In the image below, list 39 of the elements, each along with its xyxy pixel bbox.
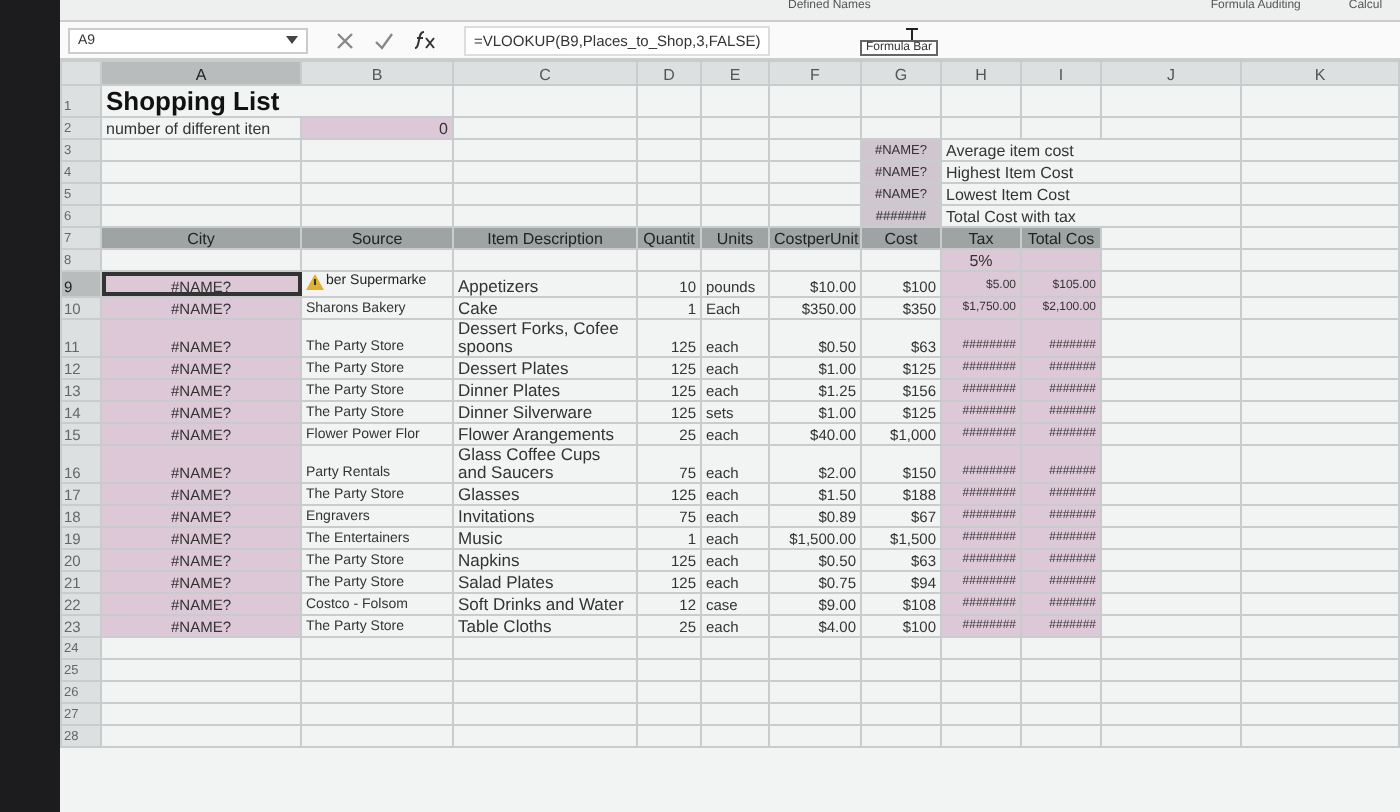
summary-label: Average item cost: [941, 139, 1241, 161]
column-heading: Item Description: [453, 227, 637, 249]
table-cell: Table Cloths: [453, 614, 637, 636]
table-cell: Cake: [453, 296, 637, 318]
table-cell: Glass Coffee Cups and Saucers: [453, 444, 637, 482]
cancel-icon[interactable]: [336, 31, 354, 49]
column-header[interactable]: G: [861, 61, 941, 85]
table-cell: Music: [453, 526, 637, 548]
column-header[interactable]: K: [1241, 61, 1399, 85]
column-heading: City: [101, 227, 301, 249]
column-header[interactable]: D: [637, 61, 701, 85]
table-cell: Flower Arangements: [453, 422, 637, 444]
table-cell: Dinner Plates: [453, 378, 637, 400]
table-cell: Dessert Plates: [453, 356, 637, 378]
table-cell: Dessert Forks, Cofee spoons: [453, 318, 637, 356]
table-cell: Invitations: [453, 504, 637, 526]
check-icon[interactable]: [374, 31, 394, 49]
summary-label: Highest Item Cost: [941, 161, 1241, 183]
column-header[interactable]: E: [701, 61, 769, 85]
column-header[interactable]: F: [769, 61, 861, 85]
column-heading: Source: [301, 227, 453, 249]
column-header[interactable]: H: [941, 61, 1021, 85]
table-cell: Soft Drinks and Water: [453, 592, 637, 614]
column-header[interactable]: J: [1101, 61, 1241, 85]
column-header[interactable]: C: [453, 61, 637, 85]
table-cell: Salad Plates: [453, 570, 637, 592]
table-cell: Dinner Silverware: [453, 400, 637, 422]
table-cell: Appetizers: [453, 271, 637, 296]
table-cell: Glasses: [453, 482, 637, 504]
insert-function-icon[interactable]: [414, 30, 436, 50]
column-header[interactable]: B: [301, 61, 453, 85]
dropdown-caret-icon[interactable]: [286, 36, 298, 44]
count-label: number of different iten: [101, 117, 301, 139]
table-cell: Napkins: [453, 548, 637, 570]
count-value: 0: [301, 117, 453, 139]
column-header[interactable]: A: [101, 61, 301, 85]
column-header[interactable]: I: [1021, 61, 1101, 85]
warning-icon[interactable]: [306, 273, 324, 289]
summary-label: Lowest Item Cost: [941, 183, 1241, 205]
